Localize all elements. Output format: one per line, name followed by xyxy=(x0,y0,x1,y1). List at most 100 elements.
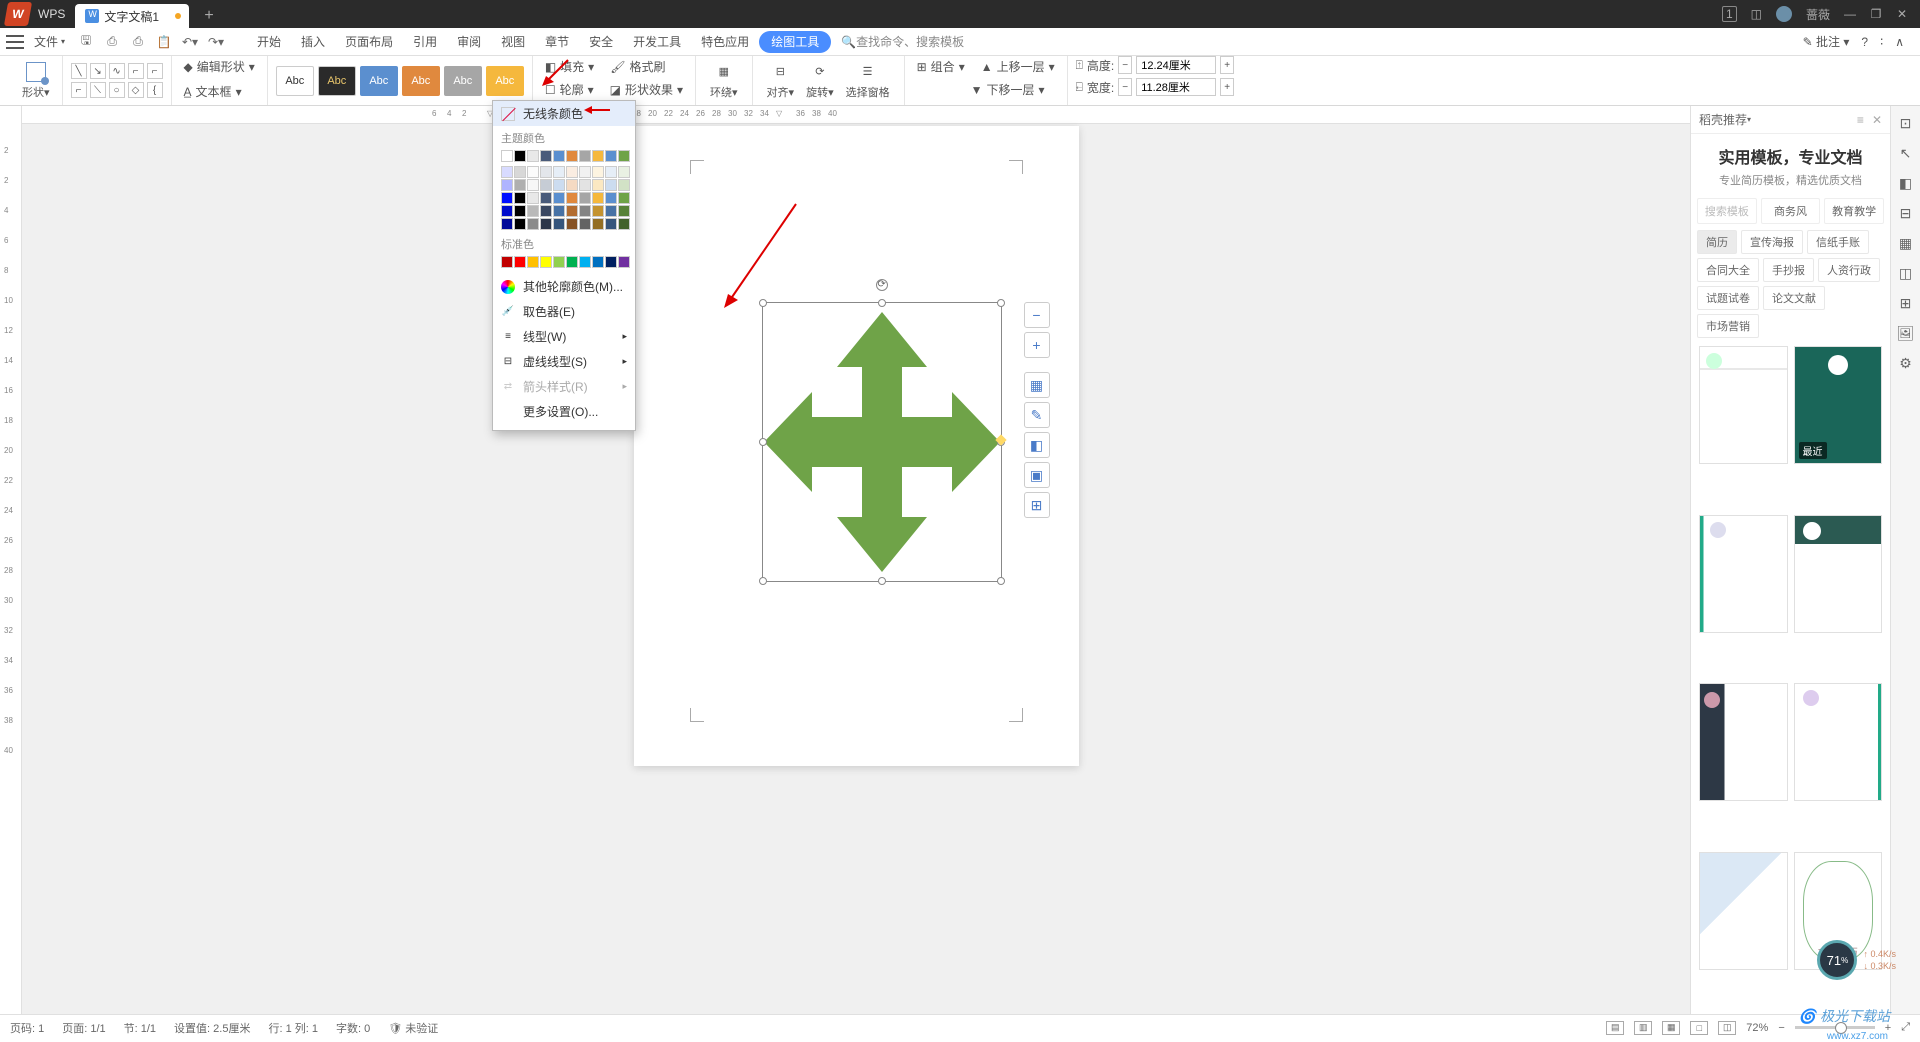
theme-color-grid[interactable] xyxy=(493,164,635,232)
align-button[interactable]: ⊟对齐▾ xyxy=(761,62,801,100)
qa-redo-icon[interactable]: ↷▾ xyxy=(203,35,229,49)
fullscreen-icon[interactable]: ⤢ xyxy=(1901,1021,1910,1034)
restore-button[interactable]: ❐ xyxy=(1870,7,1882,21)
fill-button[interactable]: ◧ 填充▾ xyxy=(541,56,598,77)
close-button[interactable]: ✕ xyxy=(1896,7,1908,21)
side-cursor-icon[interactable]: ↖ xyxy=(1897,144,1915,162)
help-icon[interactable]: ? xyxy=(1861,35,1868,49)
float-wrap-button[interactable]: ▦ xyxy=(1024,372,1050,398)
new-tab-button[interactable]: + xyxy=(195,4,223,28)
bring-forward-button[interactable]: ▲ 上移一层▾ xyxy=(977,56,1059,77)
send-backward-button[interactable]: ▼ 下移一层▾ xyxy=(967,79,1049,100)
template-thumb[interactable]: 最近 xyxy=(1794,346,1883,464)
qa-save-icon[interactable]: 🖫 xyxy=(73,31,99,52)
command-search[interactable]: 🔍 查找命令、搜索模板 xyxy=(841,33,964,50)
sb-pages[interactable]: 页面: 1/1 xyxy=(62,1020,105,1036)
panel-tag[interactable]: 信纸手账 xyxy=(1807,230,1869,254)
zoom-out-button[interactable]: − xyxy=(1778,1022,1784,1034)
width-input[interactable]: ⍇宽度:−+ xyxy=(1076,78,1235,96)
template-thumb[interactable] xyxy=(1794,515,1883,633)
menu-章节[interactable]: 章节 xyxy=(535,28,579,56)
eyedropper-item[interactable]: 💉取色器(E) xyxy=(493,299,635,324)
side-icon[interactable]: ⊟ xyxy=(1897,204,1915,222)
menu-页面布局[interactable]: 页面布局 xyxy=(335,28,403,56)
menu-开发工具[interactable]: 开发工具 xyxy=(623,28,691,56)
side-icon[interactable]: ⊡ xyxy=(1897,114,1915,132)
view-focus-icon[interactable]: ◫ xyxy=(1718,1021,1736,1035)
panel-tab[interactable]: 搜索模板 xyxy=(1697,198,1757,224)
format-painter-button[interactable]: 🖌 格式刷 xyxy=(606,56,669,77)
panel-tag[interactable]: 手抄报 xyxy=(1763,258,1814,282)
view-page-icon[interactable]: ▤ xyxy=(1606,1021,1624,1035)
panel-tag[interactable]: 宣传海报 xyxy=(1741,230,1803,254)
panel-tag[interactable]: 试题试卷 xyxy=(1697,286,1759,310)
panel-tab[interactable]: 商务风 xyxy=(1761,198,1821,224)
ribbon-min-icon[interactable]: ∶ xyxy=(1880,35,1883,49)
file-menu[interactable]: 文件▾ xyxy=(34,33,65,50)
cube-icon[interactable]: ◫ xyxy=(1751,7,1762,21)
menu-安全[interactable]: 安全 xyxy=(579,28,623,56)
more-colors-item[interactable]: 其他轮廓颜色(M)... xyxy=(493,274,635,299)
view-read-icon[interactable]: □ xyxy=(1690,1021,1708,1035)
adjust-handle[interactable] xyxy=(995,435,1006,446)
document-tab[interactable]: 文字文稿1 xyxy=(75,4,189,28)
menu-引用[interactable]: 引用 xyxy=(403,28,447,56)
template-thumb[interactable] xyxy=(1794,683,1883,801)
panel-menu-icon[interactable]: ≡ xyxy=(1857,113,1864,127)
view-outline-icon[interactable]: ▥ xyxy=(1634,1021,1652,1035)
view-web-icon[interactable]: ▦ xyxy=(1662,1021,1680,1035)
panel-close-icon[interactable]: ✕ xyxy=(1872,113,1882,127)
side-icon[interactable]: 🖼 xyxy=(1897,324,1915,342)
sb-review[interactable]: 🛡 未验证 xyxy=(388,1020,438,1036)
outline-button[interactable]: ☐ 轮廓▾ xyxy=(541,79,598,100)
template-thumbs[interactable]: 最近 求职简历 xyxy=(1691,346,1890,1014)
template-thumb[interactable] xyxy=(1699,346,1788,464)
textbox-button[interactable]: A̲ 文本框▾ xyxy=(180,81,246,102)
minimize-button[interactable]: — xyxy=(1844,7,1856,21)
qa-paste-icon[interactable]: 📋 xyxy=(151,35,177,49)
shape-effect-button[interactable]: ◪ 形状效果▾ xyxy=(606,79,687,100)
user-avatar-icon[interactable] xyxy=(1776,6,1792,22)
qa-print-icon[interactable]: ⎙ xyxy=(125,34,151,49)
sb-chars[interactable]: 字数: 0 xyxy=(336,1020,370,1036)
panel-tab[interactable]: 教育教学 xyxy=(1824,198,1884,224)
template-thumb[interactable] xyxy=(1699,515,1788,633)
template-thumb[interactable] xyxy=(1699,852,1788,970)
panel-tag[interactable]: 合同大全 xyxy=(1697,258,1759,282)
style-presets[interactable]: Abc Abc Abc Abc Abc Abc xyxy=(276,66,524,96)
edit-shape-button[interactable]: ◆ 编辑形状▾ xyxy=(180,56,259,77)
document-page[interactable]: − + ▦ ✎ ◧ ▣ ⊞ xyxy=(634,126,1079,766)
menu-审阅[interactable]: 审阅 xyxy=(447,28,491,56)
shape-button[interactable]: 形状▾ xyxy=(18,62,54,100)
selection-pane-button[interactable]: ☰选择窗格 xyxy=(840,62,896,100)
template-thumb[interactable] xyxy=(1699,683,1788,801)
side-icon[interactable]: ⊞ xyxy=(1897,294,1915,312)
sb-section[interactable]: 节: 1/1 xyxy=(124,1020,156,1036)
rotate-button[interactable]: ⟳旋转▾ xyxy=(800,62,840,100)
panel-tag[interactable]: 简历 xyxy=(1697,230,1737,254)
panel-tag[interactable]: 论文文献 xyxy=(1763,286,1825,310)
zoom-label[interactable]: 72% xyxy=(1746,1022,1768,1034)
standard-color-row[interactable] xyxy=(493,254,635,270)
panel-tag[interactable]: 人资行政 xyxy=(1818,258,1880,282)
float-fill-button[interactable]: ◧ xyxy=(1024,432,1050,458)
qa-print-preview-icon[interactable]: ⎙ xyxy=(99,34,125,49)
float-layer-button[interactable]: ▣ xyxy=(1024,462,1050,488)
group-button[interactable]: ⊞ 组合▾ xyxy=(913,56,969,77)
dash-style-item[interactable]: ⊟虚线线型(S)▸ xyxy=(493,349,635,374)
float-zoomin-button[interactable]: + xyxy=(1024,332,1050,358)
zoom-slider[interactable] xyxy=(1795,1026,1875,1029)
height-input[interactable]: ⍐高度:−+ xyxy=(1076,56,1235,74)
panel-tag[interactable]: 市场营销 xyxy=(1697,314,1759,338)
menu-开始[interactable]: 开始 xyxy=(247,28,291,56)
sb-page[interactable]: 页码: 1 xyxy=(10,1020,44,1036)
side-icon[interactable]: ◧ xyxy=(1897,174,1915,192)
more-settings-item[interactable]: 更多设置(O)... xyxy=(493,399,635,424)
side-gear-icon[interactable]: ⚙ xyxy=(1897,354,1915,372)
menu-绘图工具[interactable]: 绘图工具 xyxy=(759,31,831,53)
rotate-handle[interactable] xyxy=(876,279,888,291)
qa-undo-icon[interactable]: ↶▾ xyxy=(177,35,203,49)
menu-视图[interactable]: 视图 xyxy=(491,28,535,56)
float-more-button[interactable]: ⊞ xyxy=(1024,492,1050,518)
shape-gallery[interactable]: ╲↘∿⌐⌐ ⌐⟍○◇{ xyxy=(71,63,163,98)
